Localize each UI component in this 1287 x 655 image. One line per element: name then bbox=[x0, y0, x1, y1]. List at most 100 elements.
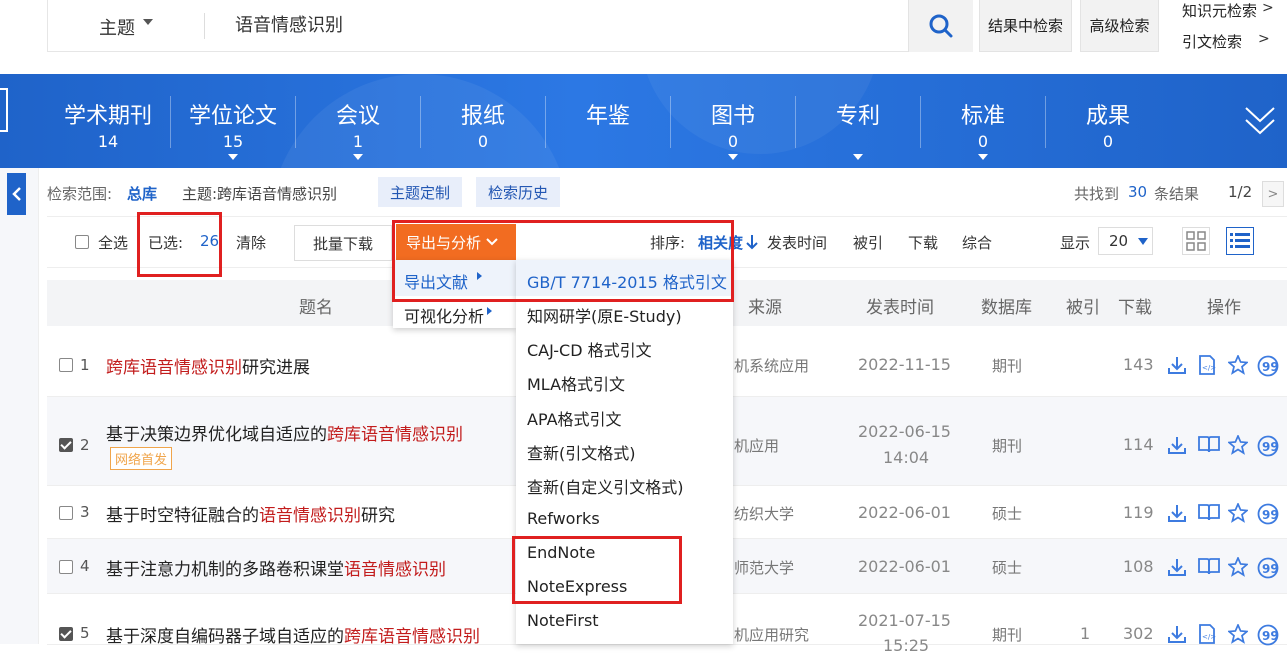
row-number: 4 bbox=[80, 557, 90, 575]
read-online-icon[interactable] bbox=[1198, 557, 1220, 579]
read-online-icon[interactable] bbox=[1198, 435, 1220, 457]
row-title-link[interactable]: 基于注意力机制的多路卷积课堂语音情感识别 bbox=[106, 555, 446, 580]
html-reading-icon[interactable]: </> bbox=[1198, 624, 1216, 648]
read-online-icon[interactable] bbox=[1198, 503, 1220, 525]
search-within-results-button[interactable]: 结果中检索 bbox=[979, 0, 1072, 52]
select-all-label[interactable]: 全选 bbox=[98, 232, 128, 253]
svg-text:99: 99 bbox=[1262, 508, 1279, 522]
download-icon[interactable] bbox=[1167, 557, 1187, 581]
row-title-link[interactable]: 基于深度自编码器子域自适应的跨库语音情感识别 bbox=[106, 622, 480, 647]
menu-item-label: 可视化分析 bbox=[404, 307, 485, 326]
search-icon bbox=[929, 14, 953, 38]
column-source: 来源 bbox=[748, 298, 782, 318]
band-left-tab[interactable] bbox=[0, 88, 8, 132]
format-novelty-search[interactable]: 查新(引文格式) bbox=[527, 440, 636, 464]
row-time: 14:04 bbox=[883, 448, 930, 467]
citation-search-link[interactable]: 引文检索 bbox=[1182, 31, 1242, 52]
annotation-box bbox=[137, 212, 222, 277]
row-checkbox[interactable] bbox=[59, 358, 73, 372]
favorite-star-icon[interactable] bbox=[1226, 433, 1250, 459]
cite-quote-icon[interactable]: 99 bbox=[1257, 503, 1279, 529]
favorite-star-icon[interactable] bbox=[1226, 555, 1250, 581]
download-icon[interactable] bbox=[1167, 503, 1187, 527]
scope-value[interactable]: 总库 bbox=[127, 183, 157, 204]
download-icon[interactable] bbox=[1167, 435, 1187, 459]
clear-button[interactable]: 清除 bbox=[236, 232, 266, 253]
grid-view-icon[interactable] bbox=[1182, 227, 1210, 255]
list-view-icon[interactable] bbox=[1226, 227, 1254, 255]
row-number: 1 bbox=[80, 356, 90, 374]
download-icon[interactable] bbox=[1167, 624, 1187, 648]
cite-quote-icon[interactable]: 99 bbox=[1257, 557, 1279, 583]
row-time: 15:25 bbox=[883, 636, 930, 655]
row-date: 2022-06-01 bbox=[858, 557, 951, 576]
sort-downloads[interactable]: 下载 bbox=[908, 232, 938, 253]
format-novelty-custom[interactable]: 查新(自定义引文格式) bbox=[527, 474, 684, 498]
format-e-study[interactable]: 知网研学(原E-Study) bbox=[527, 303, 682, 327]
format-notefirst[interactable]: NoteFirst bbox=[527, 611, 599, 630]
tab-books[interactable]: 图书 0 bbox=[671, 74, 795, 168]
row-number: 5 bbox=[80, 624, 90, 642]
favorite-star-icon[interactable] bbox=[1226, 501, 1250, 527]
search-field-select[interactable]: 主题 bbox=[99, 14, 135, 40]
expand-categories-icon[interactable] bbox=[1244, 104, 1276, 142]
tab-patents[interactable]: 专利 bbox=[796, 74, 920, 168]
row-downloads: 108 bbox=[1123, 557, 1154, 576]
row-title-link[interactable]: 跨库语音情感识别研究进展 bbox=[106, 353, 310, 378]
sort-date[interactable]: 发表时间 bbox=[767, 232, 827, 253]
results-count: 30 bbox=[1128, 183, 1148, 201]
tab-yearbooks[interactable]: 年鉴 bbox=[546, 74, 670, 168]
batch-download-button[interactable]: 批量下载 bbox=[294, 225, 392, 261]
chevron-down-icon bbox=[1138, 237, 1149, 245]
row-source[interactable]: 机应用研究 bbox=[734, 624, 809, 645]
knowledge-element-search-link[interactable]: 知识元检索 bbox=[1182, 0, 1257, 21]
favorite-star-icon[interactable] bbox=[1226, 622, 1250, 648]
row-number: 2 bbox=[80, 436, 90, 454]
tab-achievements[interactable]: 成果 0 bbox=[1046, 74, 1170, 168]
search-history-button[interactable]: 检索历史 bbox=[476, 177, 560, 207]
row-title-link[interactable]: 基于决策边界优化域自适应的跨库语音情感识别 bbox=[106, 420, 463, 445]
row-checkbox[interactable] bbox=[59, 560, 73, 574]
tab-standards[interactable]: 标准 0 bbox=[921, 74, 1045, 168]
format-refworks[interactable]: Refworks bbox=[527, 509, 600, 528]
caret-right-icon bbox=[487, 307, 492, 315]
row-source[interactable]: 师范大学 bbox=[734, 557, 794, 578]
download-icon[interactable] bbox=[1167, 355, 1187, 379]
format-mla[interactable]: MLA格式引文 bbox=[527, 371, 625, 395]
tab-newspapers[interactable]: 报纸 0 bbox=[421, 74, 545, 168]
sort-composite[interactable]: 综合 bbox=[962, 232, 992, 253]
row-checkbox[interactable] bbox=[59, 506, 73, 520]
row-downloads: 143 bbox=[1123, 355, 1154, 374]
cite-quote-icon[interactable]: 99 bbox=[1257, 355, 1279, 381]
row-title-link[interactable]: 基于时空特征融合的语音情感识别研究 bbox=[106, 501, 395, 526]
arrow-down-icon bbox=[746, 235, 758, 250]
advanced-search-button[interactable]: 高级检索 bbox=[1080, 0, 1159, 52]
next-page-button[interactable]: > bbox=[1262, 181, 1284, 207]
tab-theses[interactable]: 学位论文 15 bbox=[171, 74, 295, 168]
row-date: 2022-06-01 bbox=[858, 503, 951, 522]
per-page-select[interactable]: 20 bbox=[1098, 227, 1153, 255]
html-reading-icon[interactable]: </> bbox=[1198, 355, 1216, 379]
row-source[interactable]: 机应用 bbox=[734, 435, 779, 456]
search-input[interactable] bbox=[233, 12, 837, 35]
format-apa[interactable]: APA格式引文 bbox=[527, 406, 622, 430]
cite-quote-icon[interactable]: 99 bbox=[1257, 435, 1279, 461]
sort-cited[interactable]: 被引 bbox=[853, 232, 883, 253]
topic-custom-button[interactable]: 主题定制 bbox=[378, 177, 462, 207]
row-checkbox[interactable] bbox=[59, 627, 73, 641]
tab-conferences[interactable]: 会议 1 bbox=[296, 74, 420, 168]
favorite-star-icon[interactable] bbox=[1226, 353, 1250, 379]
row-checkbox[interactable] bbox=[59, 438, 73, 452]
scope-label: 检索范围: bbox=[47, 185, 113, 203]
select-all-checkbox[interactable] bbox=[75, 235, 89, 249]
cite-quote-icon[interactable]: 99 bbox=[1257, 624, 1279, 650]
per-page-value: 20 bbox=[1109, 232, 1129, 250]
row-source[interactable]: 纺织大学 bbox=[734, 503, 794, 524]
row-date: 2022-11-15 bbox=[858, 355, 951, 374]
row-source[interactable]: 机系统应用 bbox=[734, 355, 809, 376]
format-caj-cd[interactable]: CAJ-CD 格式引文 bbox=[527, 337, 652, 361]
tab-journals[interactable]: 学术期刊 14 bbox=[46, 74, 170, 168]
sidebar-toggle-button[interactable] bbox=[7, 173, 26, 215]
annotation-box bbox=[512, 536, 682, 604]
search-button[interactable] bbox=[908, 0, 973, 52]
